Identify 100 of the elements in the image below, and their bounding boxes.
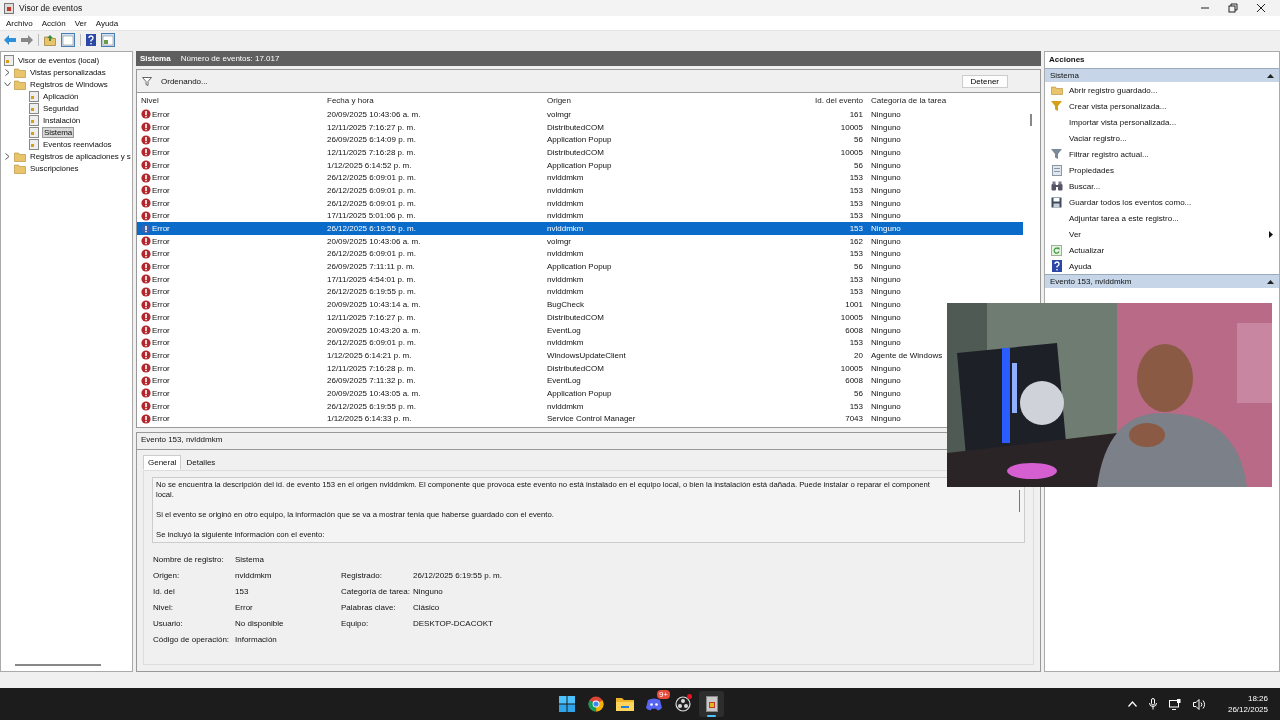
action-item[interactable]: Actualizar [1069, 245, 1105, 255]
action-item[interactable]: Adjuntar tarea a este registro... [1069, 213, 1179, 223]
tree-item[interactable]: Instalación [42, 115, 82, 125]
chevron-right-icon[interactable] [5, 152, 10, 160]
event-row[interactable]: Error 26/09/2025 7:11:32 p. m. EventLog 6008 Ninguno [137, 374, 945, 388]
table-cell-text: 1/12/2025 6:14:52 p. m. [327, 160, 413, 170]
event-row[interactable]: Error 20/09/2025 10:43:05 a. m. Application Popup 56 Ninguno [137, 387, 945, 400]
chevron-up-icon[interactable] [1127, 701, 1137, 707]
action-item[interactable]: Importar vista personalizada... [1069, 117, 1177, 127]
section-header[interactable]: Evento 153, nvlddmkm [1045, 274, 1279, 288]
field-value: Ninguno [413, 587, 444, 597]
section-header[interactable]: Sistema [1045, 68, 1279, 82]
event-row[interactable]: Error 26/12/2025 6:09:01 p. m. nvlddmkm 153 Ninguno [137, 336, 945, 350]
taskbar-app[interactable] [699, 691, 724, 717]
event-row[interactable]: Error 20/09/2025 10:43:06 a. m. volmgr 161 Ninguno [137, 108, 945, 121]
clock[interactable]: 18:26 26/12/2025 [1227, 693, 1268, 715]
event-row[interactable]: Error 12/11/2025 7:16:27 p. m. DistributedCOM 10005 Ninguno [137, 120, 945, 134]
action-item[interactable]: Guardar todos los eventos como... [1069, 197, 1192, 207]
event-row[interactable]: Error 26/09/2025 6:14:09 p. m. Application Popup 56 Ninguno [137, 133, 945, 147]
event-row[interactable]: Error 17/11/2025 5:01:06 p. m. nvlddmkm 153 Ninguno [137, 209, 945, 223]
event-row[interactable]: Error 26/12/2025 6:19:55 p. m. nvlddmkm 153 Ninguno [137, 399, 945, 413]
event-row[interactable]: Error 17/11/2025 4:54:01 p. m. nvlddmkm 153 Ninguno [137, 272, 945, 286]
table-cell-text: 153 [848, 274, 864, 284]
tree-item[interactable]: Registros de Windows [29, 79, 109, 89]
collapse-arrow-icon[interactable] [1267, 73, 1274, 78]
action-item[interactable]: Ayuda [1069, 261, 1092, 271]
tree-item[interactable]: Seguridad [42, 103, 80, 113]
action-item[interactable]: Filtrar registro actual... [1069, 149, 1149, 159]
menu-item[interactable]: Archivo [6, 18, 33, 28]
tree-item[interactable]: Sistema [42, 126, 75, 138]
section-title: Evento 153, nvlddmkm [1050, 277, 1132, 286]
column-header[interactable]: Nivel [137, 96, 327, 105]
scrollbar[interactable] [1030, 114, 1032, 126]
chevron-down-icon[interactable] [4, 81, 11, 87]
event-row[interactable]: Error 26/12/2025 6:19:55 p. m. nvlddmkm 153 Ninguno [137, 222, 1023, 235]
speaker-icon[interactable] [1192, 698, 1206, 710]
table-cell-text: Ninguno [871, 211, 902, 221]
tree-item[interactable]: Eventos reenviados [42, 139, 113, 149]
menu-item[interactable]: Ayuda [95, 18, 119, 28]
scrollbar[interactable] [15, 664, 101, 666]
table-cell-text: 17/11/2025 5:01:06 p. m. [327, 211, 417, 221]
event-row[interactable]: Error 26/12/2025 6:09:01 p. m. nvlddmkm 153 Ninguno [137, 247, 945, 261]
field-label: Origen: [153, 571, 181, 581]
event-row[interactable]: Error 26/09/2025 7:11:11 p. m. Application Popup 56 Ninguno [137, 260, 945, 273]
close-icon[interactable] [1256, 3, 1266, 13]
error-icon [141, 363, 151, 374]
stop-button[interactable]: Detener [961, 74, 1008, 88]
tab[interactable]: Detalles [181, 455, 221, 470]
table-cell: Error [152, 312, 170, 322]
tree-item[interactable]: Aplicación [42, 91, 80, 101]
event-row[interactable]: Error 1/12/2025 6:14:33 p. m. Service Control Manager 7043 Ninguno [137, 412, 945, 426]
event-row[interactable]: Error 20/09/2025 10:43:20 a. m. EventLog 6008 Ninguno [137, 323, 945, 337]
column-header[interactable]: Categoría de la tarea [871, 96, 1040, 105]
chevron-right-icon[interactable] [5, 68, 10, 76]
help-icon[interactable] [86, 34, 96, 46]
table-cell: Error [152, 249, 170, 259]
table-cell: Error [152, 325, 170, 335]
event-row[interactable]: Error 26/12/2025 6:09:01 p. m. nvlddmkm 153 Ninguno [137, 184, 945, 197]
folder-up-icon[interactable] [44, 34, 56, 46]
column-header[interactable]: Id. del evento [713, 96, 871, 105]
event-row[interactable]: Error 26/12/2025 6:19:55 p. m. nvlddmkm 153 Ninguno [137, 285, 945, 299]
action-item[interactable]: Crear vista personalizada... [1069, 101, 1167, 111]
panel-icon[interactable] [101, 33, 115, 47]
event-row[interactable]: Error 26/12/2025 6:09:01 p. m. nvlddmkm 153 Ninguno [137, 171, 945, 185]
field-label: Equipo: [341, 619, 370, 629]
tree-item[interactable]: Vistas personalizadas [29, 67, 107, 77]
network-icon[interactable] [1168, 698, 1181, 710]
action-item[interactable]: Propiedades [1069, 165, 1114, 175]
status-text: Ordenando... [161, 76, 208, 86]
event-row[interactable]: Error 26/12/2025 6:09:01 p. m. nvlddmkm 153 Ninguno [137, 196, 945, 210]
event-row[interactable]: Error 20/09/2025 10:43:14 a. m. BugCheck 1001 Ninguno [137, 298, 945, 311]
action-item[interactable]: Buscar... [1069, 181, 1101, 191]
collapse-arrow-icon[interactable] [1267, 279, 1274, 284]
menu-item[interactable]: Acción [41, 18, 66, 28]
action-item[interactable]: Ver [1069, 229, 1081, 239]
table-cell-text: 26/12/2025 6:09:01 p. m. [327, 338, 417, 348]
column-header[interactable]: Fecha y hora [327, 96, 547, 105]
panel-icon[interactable] [61, 33, 75, 47]
tree-item[interactable]: Registros de aplicaciones y s [29, 151, 132, 161]
error-icon [141, 413, 151, 424]
microphone-icon[interactable] [1148, 698, 1157, 710]
tab[interactable]: General [143, 455, 182, 470]
event-row[interactable]: Error 12/11/2025 7:16:28 p. m. DistributedCOM 10005 Ninguno [137, 361, 945, 375]
restore-icon[interactable] [1228, 3, 1238, 13]
event-row[interactable]: Error 12/11/2025 7:16:27 p. m. DistributedCOM 10005 Ninguno [137, 311, 945, 324]
back-arrow-icon[interactable] [4, 35, 16, 45]
table-cell-text: 26/09/2025 7:11:11 p. m. [327, 262, 416, 272]
error-icon [141, 375, 151, 386]
event-row[interactable]: Error 1/12/2025 6:14:52 p. m. Application Popup 56 Ninguno [137, 158, 945, 172]
action-item[interactable]: Abrir registro guardado... [1069, 85, 1158, 95]
tree-item[interactable]: Suscripciones [29, 163, 80, 173]
tree-item[interactable]: Visor de eventos (local) [17, 55, 101, 65]
error-icon [141, 223, 151, 234]
forward-arrow-icon[interactable] [21, 35, 33, 45]
menu-item[interactable]: Ver [74, 18, 87, 28]
event-row[interactable]: Error 12/11/2025 7:16:28 p. m. DistributedCOM 10005 Ninguno [137, 146, 945, 159]
action-item[interactable]: Vaciar registro... [1069, 133, 1127, 143]
event-row[interactable]: Error 1/12/2025 6:14:21 p. m. WindowsUpdateClient 20 Agente de Windows [137, 349, 945, 362]
column-header[interactable]: Origen [547, 96, 713, 105]
event-row[interactable]: Error 20/09/2025 10:43:06 a. m. volmgr 162 Ninguno [137, 234, 945, 248]
